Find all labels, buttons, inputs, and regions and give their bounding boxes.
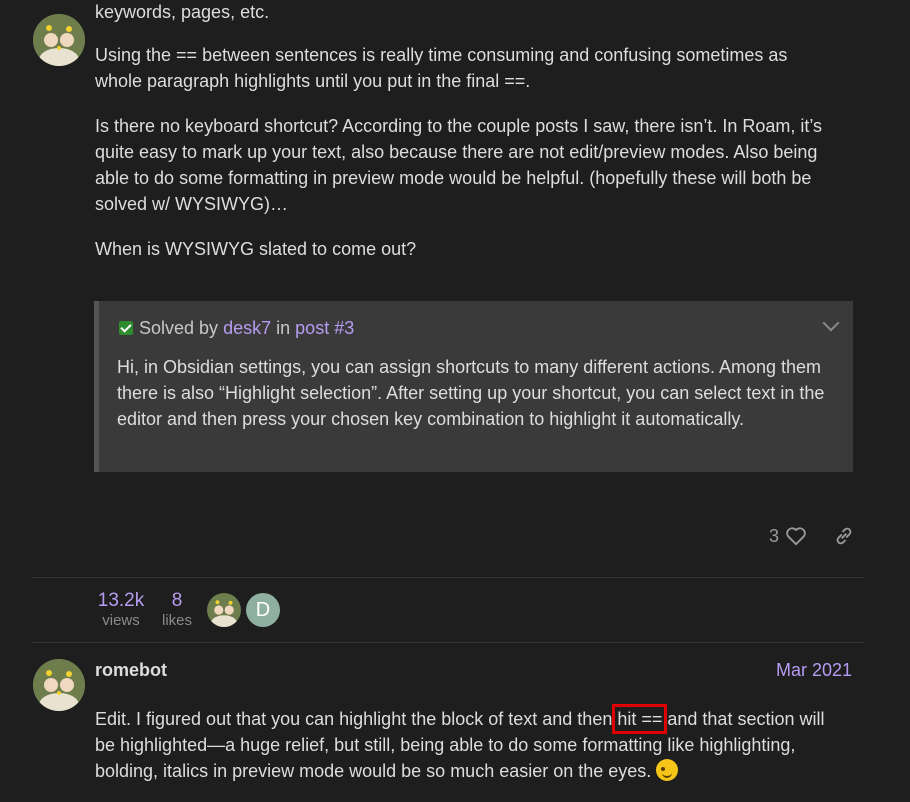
solved-answer-text: Hi, in Obsidian settings, you can assign… — [117, 357, 825, 429]
winking-face-icon — [656, 759, 679, 781]
avatar-image — [33, 14, 85, 66]
username-link[interactable]: romebot — [95, 660, 167, 681]
post-paragraph: Is there no keyboard shortcut? According… — [95, 116, 823, 214]
post-link[interactable]: post #3 — [295, 318, 354, 338]
checkbox-solved-icon — [119, 321, 133, 335]
avatar-image — [207, 593, 241, 627]
post-text-partial: keywords, pages, etc. — [95, 2, 270, 22]
likes-label: likes — [161, 612, 192, 629]
author-avatar[interactable] — [33, 659, 85, 711]
solved-in-word: in — [276, 318, 291, 338]
views-count: 13.2k — [97, 590, 145, 611]
divider — [32, 577, 865, 578]
views-label: views — [102, 612, 140, 629]
post-body: Edit. I figured out that you can highlig… — [95, 704, 845, 784]
like-count: 3 — [768, 525, 779, 546]
solved-answer-box: Solved by desk7 in post #3 Hi, in Obsidi… — [94, 301, 853, 472]
solver-link[interactable]: desk7 — [223, 318, 271, 338]
participant-avatar[interactable] — [207, 593, 241, 627]
post-text: Edit. I figured out that you can highlig… — [95, 709, 618, 729]
chevron-down-icon[interactable] — [822, 314, 840, 332]
likes-stat: 8 likes — [160, 590, 194, 630]
author-avatar[interactable] — [33, 14, 85, 66]
post-paragraph: When is WYSIWYG slated to come out? — [95, 239, 417, 259]
participant-avatar[interactable]: D — [246, 593, 280, 627]
solved-header: Solved by desk7 in post #3 — [119, 317, 354, 339]
post-date[interactable]: Mar 2021 — [776, 660, 852, 681]
highlighted-text: hit == — [612, 704, 668, 734]
heart-icon[interactable] — [785, 526, 807, 546]
post-paragraph: Edit. I figured out that you can highlig… — [95, 704, 845, 784]
avatar-initial: D — [255, 598, 271, 621]
divider — [32, 642, 865, 643]
likes-count: 8 — [171, 590, 183, 611]
link-icon[interactable] — [833, 525, 855, 547]
views-stat: 13.2k views — [95, 590, 147, 630]
post-paragraph: Using the == between sentences is really… — [95, 45, 788, 91]
avatar-image — [33, 659, 85, 711]
post-actions: 3 — [769, 524, 855, 548]
solved-prefix: Solved by — [139, 318, 219, 338]
